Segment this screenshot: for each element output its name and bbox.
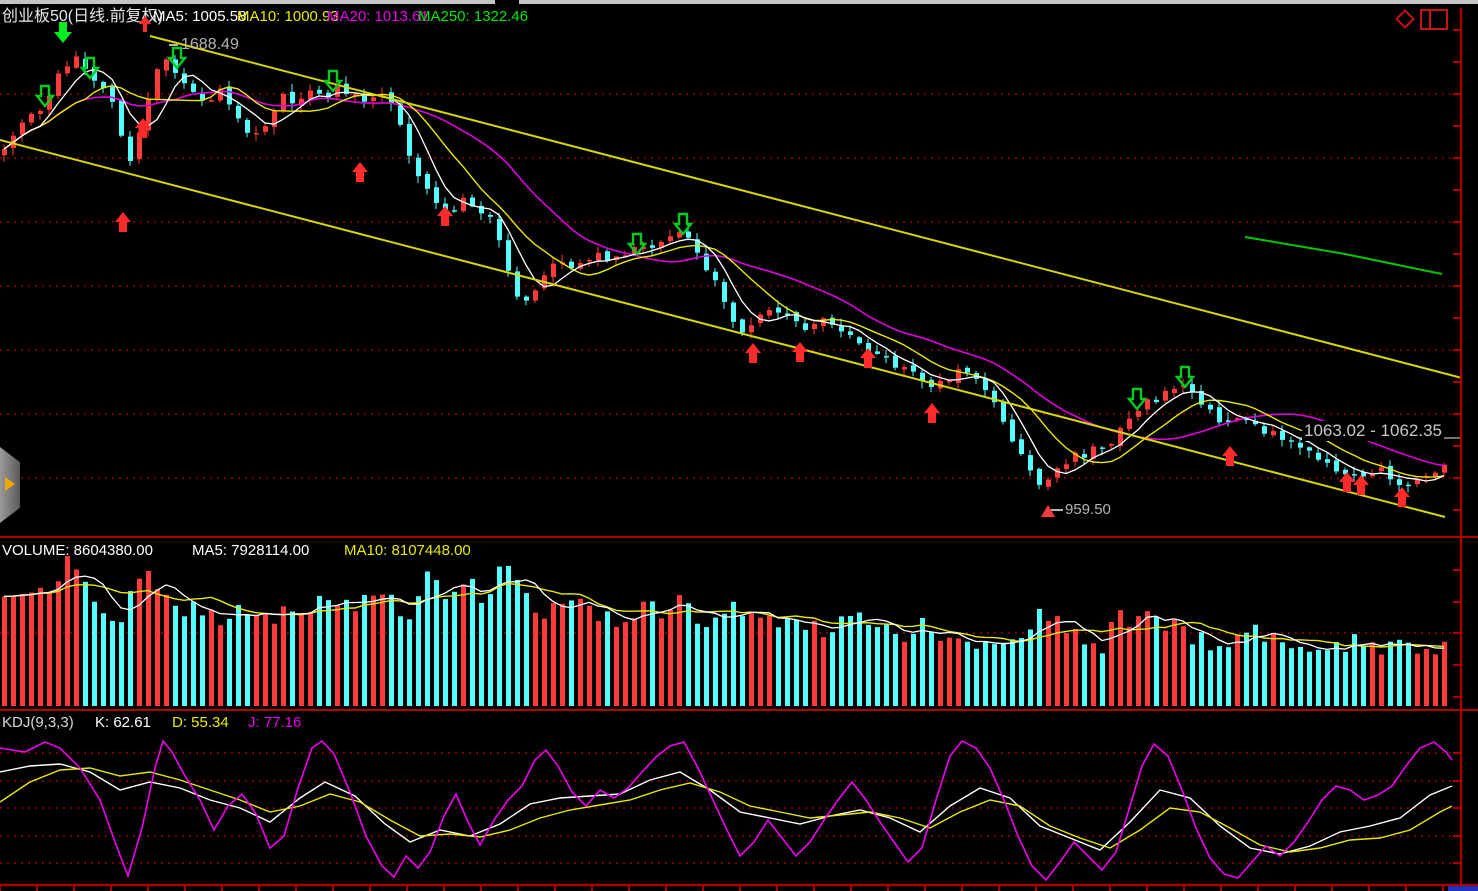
up-arrow-icon [139,16,151,32]
ma250-value: MA250: 1322.46 [418,7,528,27]
volume-ma10-value: MA10: 8107448.00 [344,541,471,560]
ma20-value: MA20: 1013.61 [327,7,429,27]
scrollbar-corner [1448,886,1478,891]
chart-svg [0,0,1478,891]
high-price-label: 1688.49 [181,36,239,54]
stock-chart-app: 创业板50(日线.前复权) MA5: 1005.58 MA10: 1000.93… [0,0,1478,891]
volume-header: VOLUME: 8604380.00 MA5: 7928114.00 MA10:… [0,541,900,560]
ma5-value: MA5: 1005.58 [153,7,246,27]
top-window-strip [0,0,1478,4]
top-strip-gap [495,0,519,4]
ma10-value: MA10: 1000.93 [237,7,339,27]
expand-triangle-icon [5,477,15,491]
kdj-d-value: D: 55.34 [172,713,229,732]
main-chart-header: 创业板50(日线.前复权) MA5: 1005.58 MA10: 1000.93… [0,7,1478,27]
low-anchor-dash [1051,509,1063,511]
volume-value: VOLUME: 8604380.00 [2,541,153,560]
chart-canvas[interactable] [0,0,1478,891]
current-price-label: 1063.02 - 1062.35 [1302,421,1444,441]
kdj-header: KDJ(9,3,3) K: 62.61 D: 55.34 J: 77.16 [0,713,700,732]
low-price-label: 959.50 [1065,501,1111,518]
kdj-k-value: K: 62.61 [95,713,151,732]
volume-ma5-value: MA5: 7928114.00 [192,541,309,560]
kdj-j-value: J: 77.16 [248,713,301,732]
split-window-icon[interactable] [1420,9,1448,30]
high-anchor-dash [169,44,178,46]
kdj-name: KDJ(9,3,3) [2,713,74,732]
